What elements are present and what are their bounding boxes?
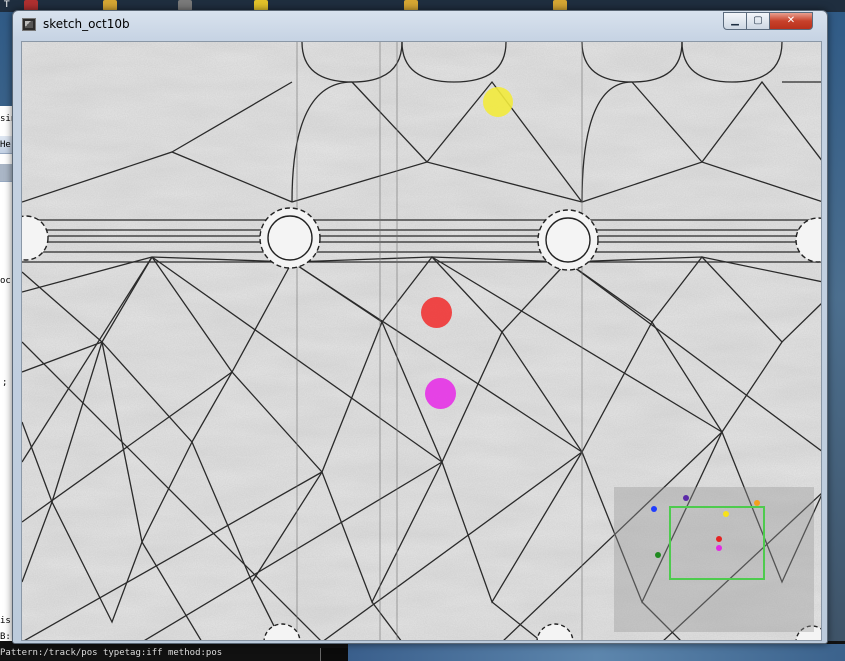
- minimap-dot-purple: [683, 495, 689, 501]
- close-button[interactable]: ✕: [769, 12, 813, 30]
- tracked-blob-magenta: [425, 378, 456, 409]
- title-bar[interactable]: sketch_oct10b ▁ ▢ ✕: [13, 11, 827, 37]
- minimap-dot-red: [716, 536, 722, 542]
- bg-editor-text: He: [0, 140, 11, 150]
- desktop-wallpaper-strip: [348, 644, 845, 661]
- minimap-view-rectangle: [669, 506, 765, 580]
- minimize-button[interactable]: ▁: [723, 12, 747, 30]
- tracked-blob-yellow: [483, 87, 513, 117]
- app-icon[interactable]: [22, 18, 36, 31]
- minimap-dot-blue: [651, 506, 657, 512]
- tracked-blob-red: [421, 297, 452, 328]
- sketch-window[interactable]: sketch_oct10b ▁ ▢ ✕: [12, 10, 828, 644]
- minimap-dot-orange: [754, 500, 760, 506]
- window-title: sketch_oct10b: [43, 17, 130, 31]
- bg-editor-text: oc: [0, 276, 11, 286]
- minimap-dot-magenta: [716, 545, 722, 551]
- console-line: Pattern:/track/pos typetag:iff method:po…: [0, 648, 223, 658]
- bg-editor-text: ;: [2, 378, 8, 388]
- console-scroll-area: [320, 648, 348, 661]
- minimap-overview: [614, 487, 814, 632]
- maximize-button[interactable]: ▢: [746, 12, 770, 30]
- taskbar-label: T: [4, 0, 10, 10]
- minimap-dot-yellow: [723, 511, 729, 517]
- bg-editor-text: is: [0, 616, 11, 626]
- sketch-canvas[interactable]: [21, 41, 822, 641]
- minimap-dot-green: [655, 552, 661, 558]
